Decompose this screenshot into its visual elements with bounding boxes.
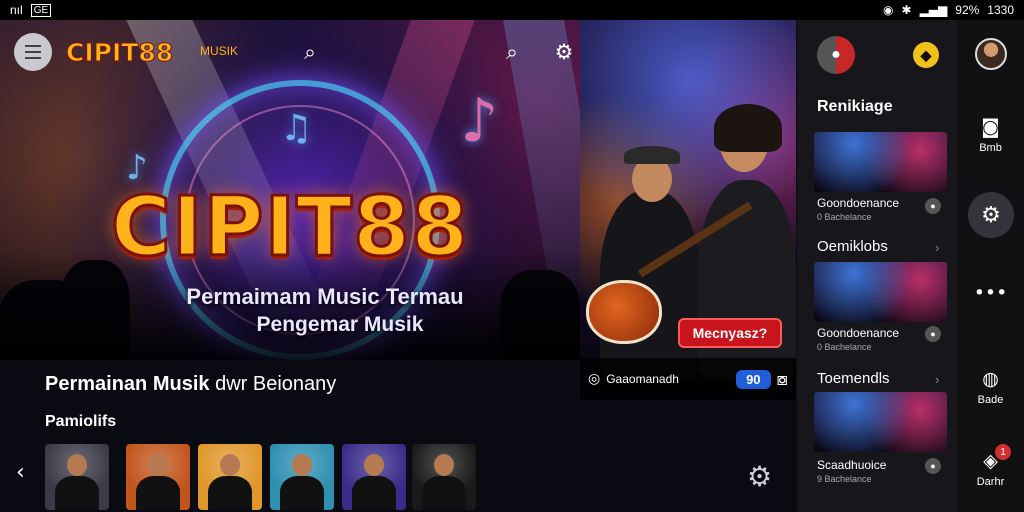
chevron-right-icon[interactable]: › <box>935 372 939 387</box>
hero-logo: CIPIT88 <box>109 179 470 277</box>
hero-banner[interactable]: ♫ ♪ ♪ CIPIT88 Permaimam Music Termau Pen… <box>0 20 580 360</box>
notification-icon[interactable]: ◆ <box>913 42 939 68</box>
panel-thumbnail[interactable] <box>814 392 947 452</box>
hair <box>714 104 782 152</box>
section-heading-rest: dwr Beionany <box>209 373 337 395</box>
rail-item-more[interactable]: ••• <box>957 282 1024 308</box>
panel-title: Renikiage <box>817 98 893 115</box>
brand-subtitle: MUSIK <box>200 44 239 58</box>
music-note-icon: ♪ <box>460 86 499 156</box>
video-footer: ◎ Gaaomanadh 90 ⧇ <box>580 358 796 400</box>
hero-tagline-1: Permaimam Music Termau <box>186 284 464 309</box>
panel-section-label[interactable]: Toemendls <box>817 370 890 387</box>
panel-caption[interactable]: Goondoenance <box>817 326 899 340</box>
panel-caption[interactable]: Goondoenance <box>817 196 899 210</box>
artist-thumbnail[interactable] <box>412 444 476 510</box>
artist-thumbnail[interactable] <box>126 444 190 510</box>
search-icon[interactable]: ⌕ <box>294 36 326 68</box>
notification-badge: 1 <box>995 444 1011 460</box>
panel-thumbnail[interactable] <box>814 132 947 192</box>
video-action-button[interactable]: Mecnyasz? <box>678 318 782 348</box>
rail-item-chat[interactable]: ◙ Bmb <box>957 116 1024 154</box>
play-icon[interactable]: ◎ <box>588 371 600 387</box>
camera-icon[interactable]: ⧇ <box>777 369 788 390</box>
status-bar: nıl GE ◉ ✱ ▂▄▆ 92% 1330 <box>0 0 1024 20</box>
panel-meta: 0 Bachelance <box>817 342 872 352</box>
gear-icon[interactable]: ⚙ <box>548 36 580 68</box>
profile-badge-icon: ◈ <box>983 450 998 472</box>
panel-item-badge[interactable]: ● <box>925 198 941 214</box>
brand-logo[interactable]: CIPIT88 <box>65 38 173 68</box>
music-note-icon: ♫ <box>280 108 313 149</box>
hero-tagline-2: Pengemar Musik <box>256 313 424 336</box>
right-panel: ● ◆ Renikiage Goondoenance 0 Bachelance … <box>797 20 957 512</box>
panel-meta: 9 Bachelance <box>817 474 872 484</box>
chevron-right-icon[interactable]: › <box>935 240 939 255</box>
gear-icon[interactable]: ⚙ <box>747 460 772 493</box>
panel-item-badge[interactable]: ● <box>925 458 941 474</box>
chat-icon: ◙ <box>981 116 1000 138</box>
panel-section-label[interactable]: Oemiklobs <box>817 238 888 255</box>
guitar-body <box>586 280 662 344</box>
rail-item-label: Bmb <box>979 142 1002 154</box>
panel-caption[interactable]: Scaadhuoice <box>817 458 886 472</box>
panel-item-badge[interactable]: ● <box>925 326 941 342</box>
rail-item-comment[interactable]: ◍ Bade <box>957 368 1024 406</box>
right-rail: ◙ Bmb ⚙ ••• ◍ Bade ◈ Darhr 1 <box>957 20 1024 512</box>
chevron-left-icon[interactable]: ‹ <box>16 460 25 485</box>
artist-thumbnail[interactable] <box>45 444 109 510</box>
comment-icon: ◍ <box>982 368 999 390</box>
section-heading-bold: Permainan Musik <box>45 373 210 395</box>
user-avatar[interactable] <box>975 38 1007 70</box>
settings-ring-icon[interactable]: ⚙ <box>968 192 1014 238</box>
panel-thumbnail[interactable] <box>814 262 947 322</box>
video-count-badge[interactable]: 90 <box>736 369 771 389</box>
video-card[interactable]: Mecnyasz? ◎ Gaaomanadh 90 ⧇ <box>580 20 796 400</box>
menu-button[interactable] <box>14 33 52 71</box>
artist-thumbnail[interactable] <box>198 444 262 510</box>
section-subheading: Pamiolifs <box>45 413 117 430</box>
wifi-icon: ◉ <box>883 3 894 17</box>
rail-item-profile[interactable]: ◈ Darhr <box>957 450 1024 488</box>
battery-level: 92% <box>955 3 980 17</box>
clock: 1330 <box>987 3 1014 17</box>
rail-item-label: Darhr <box>976 476 1005 488</box>
rail-item-label: Bade <box>977 394 1004 406</box>
artist-thumbnail[interactable] <box>270 444 334 510</box>
signal-icon: ▂▄▆ <box>919 3 948 17</box>
video-label: Gaaomanadh <box>606 372 679 386</box>
more-icon: ••• <box>973 282 1008 304</box>
panel-avatar[interactable]: ● <box>817 36 855 74</box>
status-left-badge: GE <box>30 3 52 17</box>
status-left-text: nıl <box>10 3 23 17</box>
section-heading: Permainan Musik dwr Beionany <box>45 373 336 396</box>
artist-thumbnail[interactable] <box>342 444 406 510</box>
bluetooth-icon: ✱ <box>901 3 912 17</box>
panel-meta: 0 Bachelance <box>817 212 872 222</box>
search-icon[interactable]: ⌕ <box>496 36 528 68</box>
hat <box>624 146 680 164</box>
